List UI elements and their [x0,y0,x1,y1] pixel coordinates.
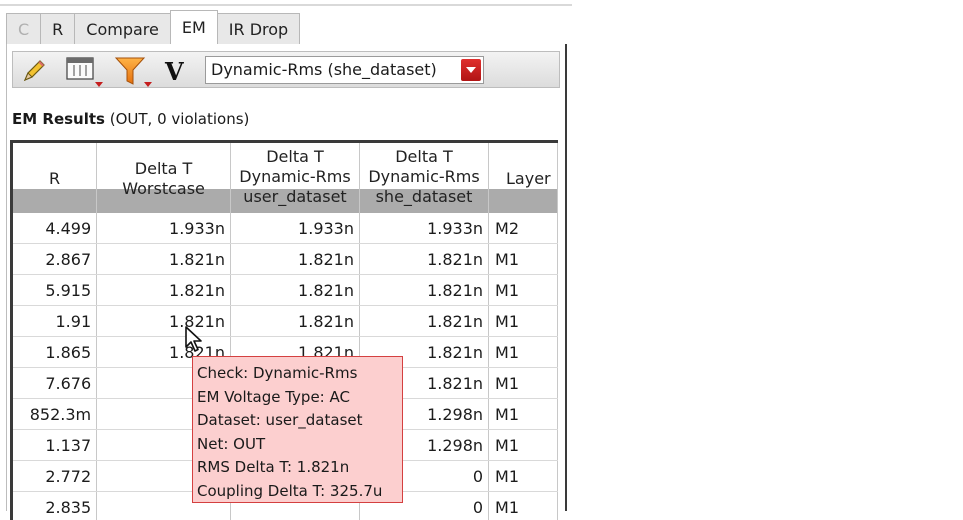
tooltip-line: Net: OUT [197,433,402,457]
column-header-layer[interactable]: Layer [489,143,558,213]
table-row[interactable]: 4.4991.933n1.933n1.933nM2 [13,213,558,244]
mouse-cursor-icon [184,325,204,355]
tooltip-line: EM Voltage Type: AC [197,386,402,410]
delta-t-she-dataset-cell[interactable]: 1.821n [360,244,489,275]
tab-em[interactable]: EM [170,10,218,44]
r-cell[interactable]: 2.835 [13,492,97,520]
r-cell[interactable]: 2.867 [13,244,97,275]
em-toolbar: V Dynamic-Rms (she_dataset) [12,51,560,88]
column-header-delta-t-worstcase[interactable]: Delta T Worstcase [97,143,231,213]
r-cell[interactable]: 1.137 [13,430,97,461]
layer-cell[interactable]: M1 [489,430,558,461]
r-cell[interactable]: 2.772 [13,461,97,492]
tab-ir-drop[interactable]: IR Drop [217,13,300,44]
layer-cell[interactable]: M1 [489,306,558,337]
r-cell[interactable]: 4.499 [13,213,97,244]
header-line: R [13,169,96,189]
column-header-delta-t-user-dataset[interactable]: Delta T Dynamic-Rms user_dataset [230,143,359,213]
header-line: Delta T [97,159,230,179]
r-cell[interactable]: 1.865 [13,337,97,368]
top-divider [0,4,572,6]
tab-c[interactable]: C [6,13,41,44]
delta-t-she-dataset-cell[interactable]: 1.821n [360,275,489,306]
layer-cell[interactable]: M1 [489,368,558,399]
filter-icon[interactable] [113,55,157,89]
tooltip-line: Check: Dynamic-Rms [197,362,402,386]
table-row[interactable]: 2.8671.821n1.821n1.821nM1 [13,244,558,275]
layer-cell[interactable]: M2 [489,213,558,244]
tooltip-line: RMS Delta T: 1.821n [197,456,402,480]
v-icon[interactable]: V [165,57,184,86]
layer-cell[interactable]: M1 [489,461,558,492]
column-header-delta-t-she-dataset[interactable]: Delta T Dynamic-Rms she_dataset [360,143,489,213]
header-line: Worstcase [97,179,230,199]
header-line: she_dataset [360,187,488,207]
r-cell[interactable]: 7.676 [13,368,97,399]
pencil-icon[interactable] [21,58,47,84]
results-tabbar: C R Compare EM IR Drop [6,10,299,44]
delta-t-user-dataset-cell[interactable]: 1.821n [230,306,359,337]
delta-t-she-dataset-cell[interactable]: 1.821n [360,306,489,337]
chevron-down-icon[interactable] [461,59,481,81]
tab-r[interactable]: R [40,13,75,44]
layer-cell[interactable]: M1 [489,337,558,368]
table-row[interactable]: 5.9151.821n1.821n1.821nM1 [13,275,558,306]
delta-t-worstcase-cell[interactable]: 1.821n [97,244,231,275]
header-line: Layer [506,169,557,189]
tab-compare[interactable]: Compare [74,13,171,44]
layer-cell[interactable]: M1 [489,244,558,275]
results-summary: (OUT, 0 violations) [110,110,250,128]
table-header-row: R Delta T Worstcase Delta T Dynamic-Rms … [13,143,558,213]
table-row[interactable]: 1.911.821n1.821n1.821nM1 [13,306,558,337]
header-line: Dynamic-Rms [231,167,359,187]
panel-right-border [565,44,567,511]
results-title: EM Results [12,110,105,128]
results-heading: EM Results (OUT, 0 violations) [12,110,249,128]
delta-t-worstcase-cell[interactable]: 1.821n [97,275,231,306]
header-line: Delta T [231,147,359,167]
delta-t-user-dataset-cell[interactable]: 1.821n [230,275,359,306]
layer-cell[interactable]: M1 [489,492,558,520]
layer-cell[interactable]: M1 [489,275,558,306]
dataset-select-value: Dynamic-Rms (she_dataset) [211,60,437,79]
delta-t-worstcase-cell[interactable]: 1.821n [97,306,231,337]
delta-t-user-dataset-cell[interactable]: 1.933n [230,213,359,244]
sort-desc-icon [212,178,222,183]
panel-left-border [6,44,7,511]
dataset-select[interactable]: Dynamic-Rms (she_dataset) [205,56,484,84]
columns-icon[interactable] [65,56,107,88]
tooltip-line: Coupling Delta T: 325.7u [197,480,402,504]
r-cell[interactable]: 5.915 [13,275,97,306]
r-cell[interactable]: 1.91 [13,306,97,337]
delta-t-she-dataset-cell[interactable]: 1.933n [360,213,489,244]
column-header-r[interactable]: R [13,143,97,213]
header-line: Dynamic-Rms [360,167,488,187]
layer-cell[interactable]: M1 [489,399,558,430]
header-line: Delta T [360,147,488,167]
cell-tooltip: Check: Dynamic-Rms EM Voltage Type: AC D… [192,356,403,503]
delta-t-worstcase-cell[interactable]: 1.933n [97,213,231,244]
r-cell[interactable]: 852.3m [13,399,97,430]
header-line: user_dataset [231,187,359,207]
delta-t-user-dataset-cell[interactable]: 1.821n [230,244,359,275]
tooltip-line: Dataset: user_dataset [197,409,402,433]
